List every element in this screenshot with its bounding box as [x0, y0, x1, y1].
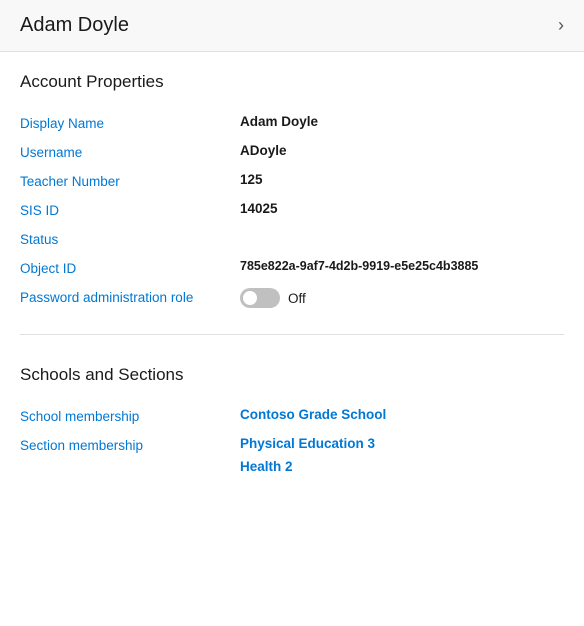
- section-membership-health2[interactable]: Health 2: [240, 459, 375, 474]
- object-id-label: Object ID: [20, 259, 240, 276]
- chevron-right-icon[interactable]: ›: [558, 15, 564, 36]
- sis-id-row: SIS ID 14025: [20, 195, 564, 224]
- display-name-row: Display Name Adam Doyle: [20, 108, 564, 137]
- username-label: Username: [20, 143, 240, 160]
- toggle-thumb: [243, 291, 257, 305]
- password-admin-toggle[interactable]: [240, 288, 280, 308]
- section-membership-pe3[interactable]: Physical Education 3: [240, 436, 375, 451]
- object-id-row: Object ID 785e822a-9af7-4d2b-9919-e5e25c…: [20, 253, 564, 282]
- password-toggle-container: Off: [240, 288, 306, 308]
- toggle-off-label: Off: [288, 291, 306, 306]
- section-membership-values: Physical Education 3 Health 2: [240, 436, 375, 474]
- school-membership-value[interactable]: Contoso Grade School: [240, 407, 564, 422]
- section-membership-label: Section membership: [20, 436, 240, 453]
- display-name-value: Adam Doyle: [240, 114, 564, 129]
- section-membership-row: Section membership Physical Education 3 …: [20, 430, 564, 480]
- toggle-track: [240, 288, 280, 308]
- sis-id-label: SIS ID: [20, 201, 240, 218]
- password-admin-role-label: Password administration role: [20, 288, 240, 305]
- schools-sections-heading: Schools and Sections: [20, 365, 564, 385]
- school-membership-label: School membership: [20, 407, 240, 424]
- section-divider: [20, 334, 564, 335]
- display-name-label: Display Name: [20, 114, 240, 131]
- sis-id-value: 14025: [240, 201, 564, 216]
- school-membership-row: School membership Contoso Grade School: [20, 401, 564, 430]
- teacher-number-label: Teacher Number: [20, 172, 240, 189]
- password-admin-role-row: Password administration role Off: [20, 282, 564, 314]
- schools-and-sections-section: Schools and Sections School membership C…: [0, 345, 584, 490]
- account-properties-section: Account Properties Display Name Adam Doy…: [0, 52, 584, 324]
- teacher-number-row: Teacher Number 125: [20, 166, 564, 195]
- username-value: ADoyle: [240, 143, 564, 158]
- account-properties-heading: Account Properties: [20, 72, 564, 92]
- status-label: Status: [20, 230, 240, 247]
- status-row: Status: [20, 224, 564, 253]
- page-title: Adam Doyle: [20, 14, 129, 37]
- object-id-value: 785e822a-9af7-4d2b-9919-e5e25c4b3885: [240, 259, 564, 273]
- header: Adam Doyle ›: [0, 0, 584, 52]
- teacher-number-value: 125: [240, 172, 564, 187]
- username-row: Username ADoyle: [20, 137, 564, 166]
